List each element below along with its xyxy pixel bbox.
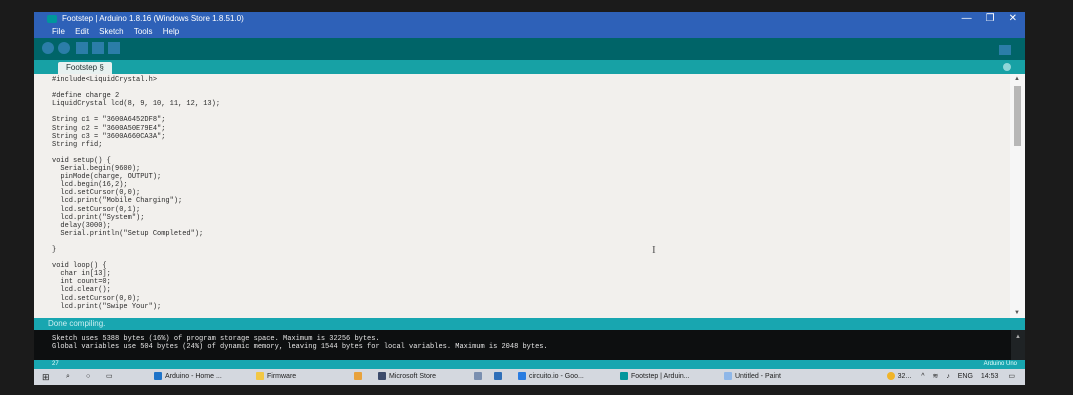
menu-tools[interactable]: Tools [134,27,153,36]
folder-icon [256,372,264,381]
editor-scrollbar[interactable]: ▲ ▼ [1010,74,1025,318]
taskbar-item-pinned-app-3[interactable] [494,369,505,385]
weather-temp[interactable]: 32... [898,373,912,380]
menu-edit[interactable]: Edit [75,27,89,36]
window-title: Footstep | Arduino 1.8.16 (Windows Store… [62,14,244,23]
menu-sketch[interactable]: Sketch [99,27,123,36]
notification-icon[interactable]: ▭ [1008,373,1015,380]
screen: Footstep | Arduino 1.8.16 (Windows Store… [34,12,1025,385]
browser-icon-2 [518,372,526,381]
mail-icon [494,372,502,381]
taskbar-item-circuito[interactable]: circuito.io - Goo... [518,369,584,385]
tab-footstep[interactable]: Footstep § [58,62,112,74]
app-icon-2 [474,372,482,381]
arduino-app-icon [47,15,57,23]
system-tray: 32... ^ ≋ ♪ ENG 14:53 ▭ [886,369,1015,385]
menu-bar: File Edit Sketch Tools Help [34,26,1025,38]
taskbar-item-paint[interactable]: Untitled - Paint [724,369,781,385]
taskbar-item-pinned-app-2[interactable] [474,369,485,385]
taskbar-item-microsoft-store[interactable]: Microsoft Store [378,369,436,385]
arduino-icon [620,372,628,381]
board-name: Arduino Uno [983,361,1017,367]
compile-status-bar: Done compiling. [34,318,1025,330]
title-bar: Footstep | Arduino 1.8.16 (Windows Store… [34,12,1025,26]
taskbar-item-footstep-arduino[interactable]: Footstep | Arduin... [620,369,690,385]
paint-icon [724,372,732,381]
code-text[interactable]: #include<LiquidCrystal.h> #define charge… [52,76,220,311]
scroll-up-icon[interactable]: ▲ [1014,76,1020,82]
scrollbar-thumb[interactable] [1014,86,1021,146]
store-icon [378,372,386,381]
line-status-bar: 27 Arduino Uno [34,360,1025,369]
tab-menu-icon[interactable] [1003,63,1011,71]
clock[interactable]: 14:53 [981,373,999,380]
taskbar-item-firmware[interactable]: Firmware [256,369,296,385]
menu-help[interactable]: Help [163,27,179,36]
console-text: Sketch uses 5388 bytes (16%) of program … [52,335,548,351]
compile-status: Done compiling. [48,319,106,328]
browser-icon [154,372,162,381]
cortana-icon[interactable]: ○ [86,369,90,385]
console-scroll-up-icon[interactable]: ▲ [1015,334,1021,340]
save-icon[interactable] [108,42,120,54]
language-indicator[interactable]: ENG [958,373,973,380]
open-icon[interactable] [92,42,104,54]
chevron-up-icon[interactable]: ^ [921,373,924,380]
minimize-button[interactable]: — [962,12,972,26]
app-icon [354,372,362,381]
upload-icon[interactable] [58,42,70,54]
search-icon[interactable]: ⌕ [66,369,70,385]
taskbar-item-arduino-home[interactable]: Arduino - Home ... [154,369,222,385]
maximize-button[interactable]: ❐ [986,12,995,26]
menu-file[interactable]: File [52,27,65,36]
windows-start-icon[interactable]: ⊞ [42,369,50,385]
weather-icon[interactable] [886,372,895,381]
wifi-icon[interactable]: ≋ [932,373,938,380]
taskbar-item-pinned-app[interactable] [354,369,365,385]
code-editor[interactable]: #include<LiquidCrystal.h> #define charge… [34,74,1010,318]
new-icon[interactable] [76,42,88,54]
text-cursor-icon: I [652,244,656,256]
tab-bar: Footstep § [34,60,1025,74]
line-number: 27 [52,361,59,367]
scroll-down-icon[interactable]: ▼ [1014,310,1020,316]
close-button[interactable]: ✕ [1009,12,1017,26]
window-controls: — ❐ ✕ [962,12,1017,26]
taskbar: ⊞ ⌕ ○ ▭ Arduino - Home ... Firmware Micr… [34,369,1025,385]
task-view-icon[interactable]: ▭ [106,369,113,385]
toolbar [34,38,1025,60]
serial-monitor-icon[interactable] [999,45,1011,55]
volume-icon[interactable]: ♪ [946,373,950,380]
verify-icon[interactable] [42,42,54,54]
